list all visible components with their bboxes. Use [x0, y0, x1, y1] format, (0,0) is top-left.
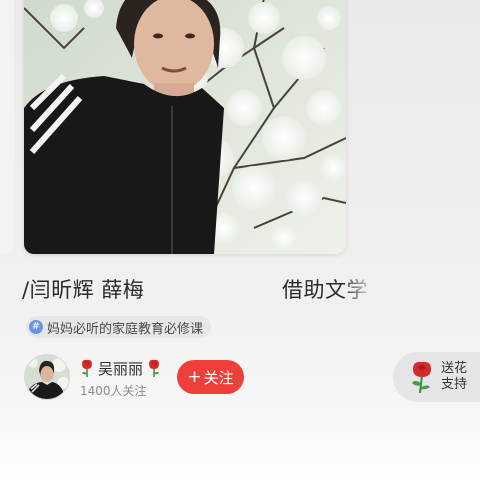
- rose-icon: [82, 359, 92, 377]
- flower-icon: [412, 361, 431, 393]
- plus-icon: +: [187, 366, 202, 387]
- author-name-row[interactable]: 吴丽丽: [80, 358, 161, 378]
- article-title-part2: 借助文学: [282, 278, 368, 302]
- send-flower-line1: 送花: [441, 361, 468, 376]
- follow-button[interactable]: + 关注: [177, 360, 244, 394]
- cover-image[interactable]: [24, 0, 346, 254]
- send-flower-button[interactable]: 送花 支持: [393, 352, 480, 402]
- author-name: 吴丽丽: [98, 359, 144, 378]
- article-title[interactable]: /闫昕辉 薛梅 借助文学: [0, 272, 480, 306]
- article-title-part1: /闫昕辉 薛梅: [22, 278, 145, 302]
- rose-icon: [149, 359, 160, 377]
- avatar[interactable]: [24, 354, 70, 400]
- topic-tag-label: 妈妈必听的家庭教育必修课: [47, 321, 204, 337]
- avatar-photo: [25, 355, 69, 399]
- cover-photo: [24, 0, 346, 254]
- follower-count: 1400人关注: [80, 384, 147, 398]
- send-flower-label: 送花 支持: [441, 361, 467, 393]
- author-bar: 吴丽丽 1400人关注 + 关注 送花 支持: [0, 352, 480, 402]
- screen: /闫昕辉 薛梅 借助文学 # 妈妈必听的家庭教育必修课 吴丽丽 1400人关注 …: [0, 0, 480, 480]
- topic-tag[interactable]: # 妈妈必听的家庭教育必修课: [26, 316, 212, 338]
- previous-card-edge: [0, 0, 14, 254]
- hashtag-icon: #: [29, 320, 43, 334]
- send-flower-line2: 支持: [441, 377, 468, 392]
- follow-button-label: 关注: [203, 368, 234, 387]
